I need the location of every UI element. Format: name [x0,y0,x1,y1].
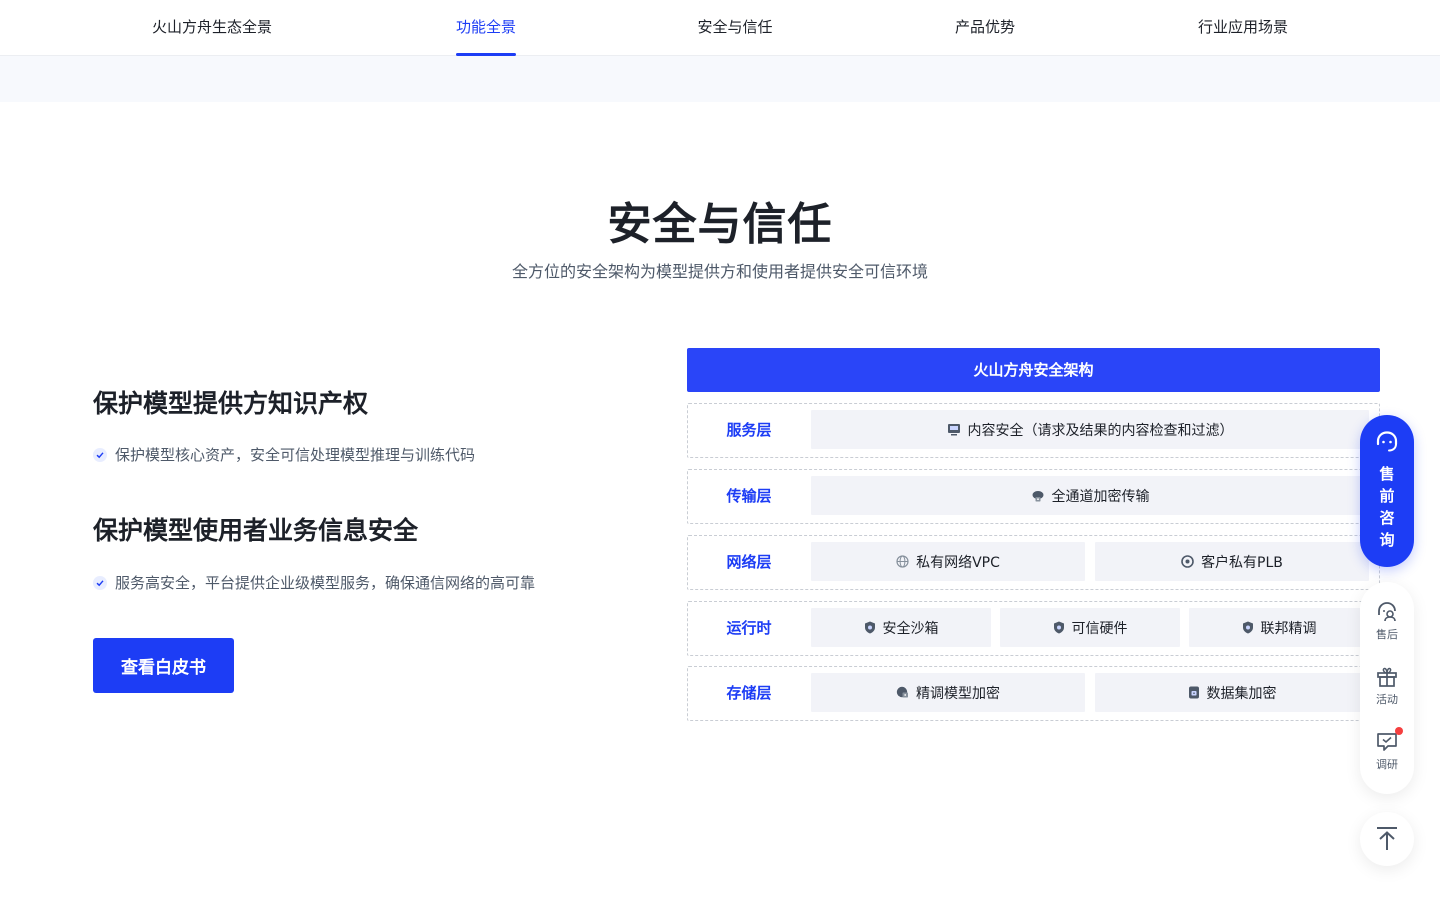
layer-name: 网络层 [726,553,772,571]
balancer-icon [1181,555,1194,568]
cloud-lock-icon [1032,490,1043,501]
back-to-top-button[interactable] [1360,812,1414,866]
feature-desc-provider: 保护模型核心资产，安全可信处理模型推理与训练代码 [93,444,475,465]
cell-label: 内容安全（请求及结果的内容检查和过滤） [967,422,1234,439]
arrow-up-icon [1377,827,1397,850]
presales-consult-button[interactable]: 售前咨询 [1360,415,1414,567]
header-band [0,56,1440,102]
cell-label: 客户私有PLB [1201,554,1283,571]
feature-title-user: 保护模型使用者业务信息安全 [93,516,419,545]
cell-label: 可信硬件 [1071,620,1128,637]
shield-icon [864,621,875,634]
cell-label: 私有网络VPC [916,554,1000,571]
layer-runtime: 运行时 安全沙箱 可信硬件 联邦精调 [687,601,1380,656]
whitepaper-button[interactable]: 查看白皮书 [93,638,234,693]
notification-dot [1395,727,1403,735]
section-subtitle: 全方位的安全架构为模型提供方和使用者提供安全可信环境 [511,262,928,281]
layer-name: 传输层 [726,487,772,505]
nav-tab-security[interactable]: 安全与信任 [697,0,772,56]
cell-private-plb: 客户私有PLB [1095,542,1369,581]
architecture-title: 火山方舟安全架构 [687,348,1380,392]
feature-desc-text: 服务高安全，平台提供企业级模型服务，确保通信网络的高可靠 [115,574,536,592]
survey-label: 调研 [1376,758,1398,771]
layer-transport: 传输层 全通道加密传输 [687,469,1380,524]
cell-encrypted-transport: 全通道加密传输 [811,476,1369,515]
top-navigation: 火山方舟生态全景 功能全景 安全与信任 产品优势 行业应用场景 [0,0,1440,56]
check-icon [93,575,107,590]
after-sales-button[interactable]: 售后 [1360,600,1414,642]
cell-content-security: 内容安全（请求及结果的内容检查和过滤） [811,410,1369,449]
layer-name: 运行时 [726,619,772,637]
gift-icon [1377,667,1397,687]
cell-federated-tuning: 联邦精调 [1189,608,1369,647]
support-user-icon [1378,602,1396,622]
layer-storage: 存储层 精调模型加密 数据集加密 [687,666,1380,721]
cell-label: 联邦精调 [1260,620,1317,637]
check-icon [93,447,107,462]
cell-dataset-encryption: 数据集加密 [1095,673,1369,712]
cell-trusted-hardware: 可信硬件 [1000,608,1180,647]
cell-label: 安全沙箱 [882,620,939,637]
section-title: 安全与信任 [607,199,833,250]
feature-desc-text: 保护模型核心资产，安全可信处理模型推理与训练代码 [115,446,476,464]
cell-label: 数据集加密 [1206,685,1277,702]
nav-tab-advantages[interactable]: 产品优势 [955,0,1015,56]
cell-sandbox: 安全沙箱 [811,608,991,647]
survey-button[interactable]: 调研 [1360,727,1414,772]
layer-name: 服务层 [726,421,772,439]
shield-icon [1242,621,1253,634]
monitor-icon [947,424,960,436]
layer-name: 存储层 [726,684,772,702]
headset-icon [1376,431,1398,452]
after-sales-label: 售后 [1376,628,1398,641]
cell-model-encryption: 精调模型加密 [811,673,1085,712]
nav-tab-scenarios[interactable]: 行业应用场景 [1198,0,1288,56]
layer-service: 服务层 内容安全（请求及结果的内容检查和过滤） [687,403,1380,458]
nav-tab-features[interactable]: 功能全景 [455,0,517,56]
feature-title-provider: 保护模型提供方知识产权 [93,389,369,418]
globe-icon [896,555,909,568]
model-lock-icon [896,686,908,698]
database-lock-icon [1188,686,1199,699]
feature-desc-user: 服务高安全，平台提供企业级模型服务，确保通信网络的高可靠 [93,572,535,593]
consult-label: 售前咨询 [1379,465,1395,549]
cell-private-vpc: 私有网络VPC [811,542,1085,581]
activity-label: 活动 [1376,693,1398,706]
shield-icon [1053,621,1064,634]
cell-label: 全通道加密传输 [1051,488,1150,505]
cell-label: 精调模型加密 [916,685,1000,702]
floating-toolbar: 售后 活动 调研 [1360,582,1414,794]
activity-button[interactable]: 活动 [1360,665,1414,707]
nav-tab-ecosystem[interactable]: 火山方舟生态全景 [152,0,272,56]
layer-network: 网络层 私有网络VPC 客户私有PLB [687,535,1380,590]
